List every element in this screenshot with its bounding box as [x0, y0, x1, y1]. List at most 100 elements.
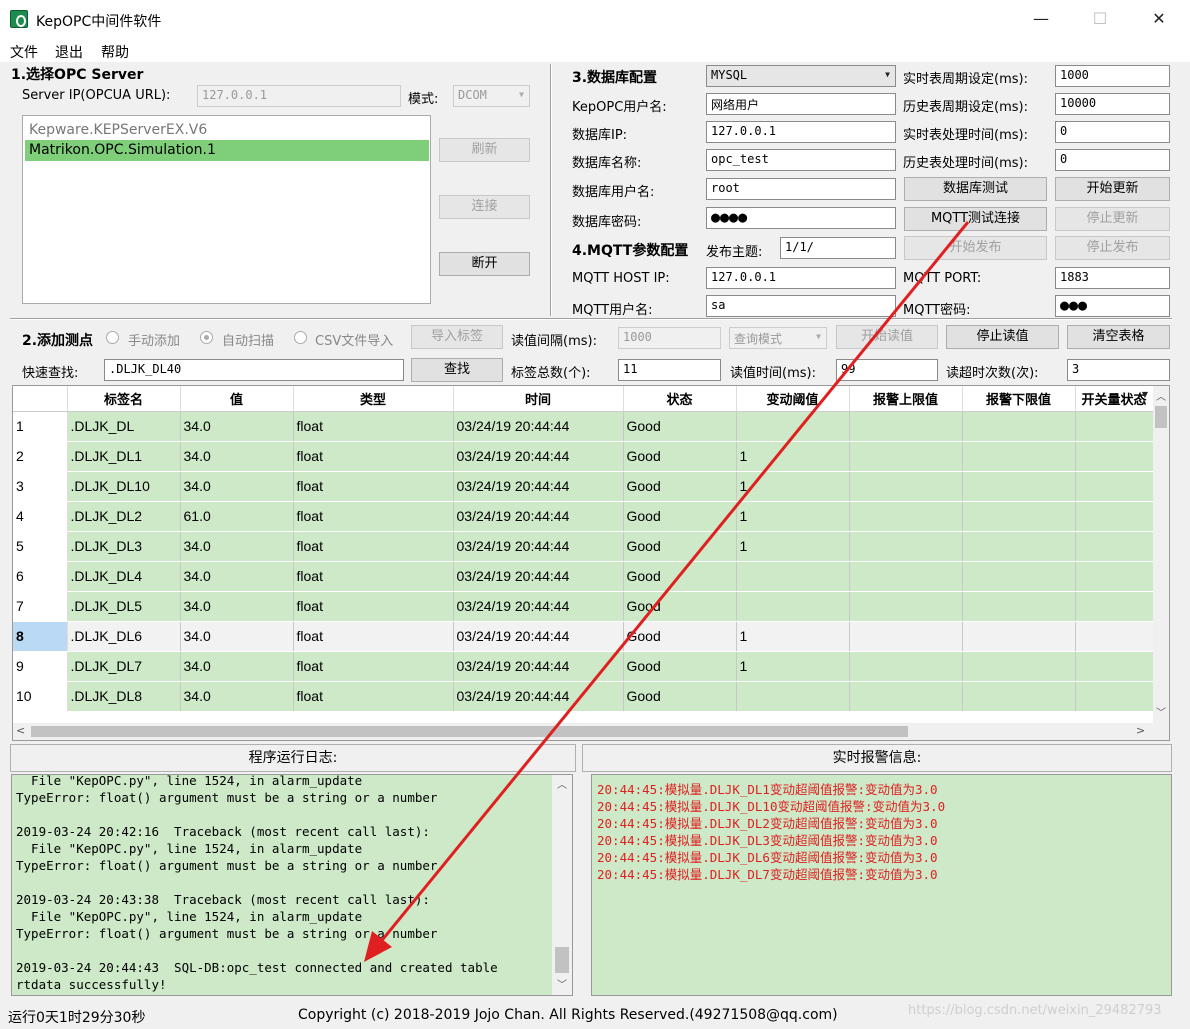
- column-header[interactable]: 值: [180, 386, 294, 412]
- table-cell[interactable]: .DLJK_DL10: [67, 471, 181, 502]
- table-cell[interactable]: [736, 411, 850, 442]
- table-cell[interactable]: float: [293, 561, 454, 592]
- column-header[interactable]: 类型: [293, 386, 454, 412]
- table-cell[interactable]: [849, 531, 963, 562]
- table-cell[interactable]: [849, 471, 963, 502]
- table-cell[interactable]: 34.0: [180, 591, 294, 622]
- rt-period-input[interactable]: 1000: [1055, 65, 1170, 87]
- table-cell[interactable]: [1075, 561, 1154, 592]
- db-ip-input[interactable]: 127.0.0.1: [706, 121, 896, 143]
- table-cell[interactable]: 1: [736, 531, 850, 562]
- kepopc-user-input[interactable]: 网络用户: [706, 93, 896, 115]
- mode-select[interactable]: DCOM: [453, 85, 530, 107]
- table-cell[interactable]: 03/24/19 20:44:44: [453, 681, 624, 712]
- table-cell[interactable]: .DLJK_DL: [67, 411, 181, 442]
- table-cell[interactable]: .DLJK_DL7: [67, 651, 181, 682]
- log-panel[interactable]: File "KepOPC.py", line 1524, in alarm_up…: [11, 774, 573, 996]
- table-cell[interactable]: 34.0: [180, 531, 294, 562]
- table-cell[interactable]: [736, 561, 850, 592]
- table-row[interactable]: 2 .DLJK_DL1 34.0 float 03/24/19 20:44:44 Good…: [13, 441, 1154, 472]
- table-cell[interactable]: 03/24/19 20:44:44: [453, 591, 624, 622]
- auto-scan-radio[interactable]: [200, 331, 213, 344]
- db-name-input[interactable]: opc_test: [706, 149, 896, 171]
- table-cell[interactable]: [962, 621, 1076, 652]
- row-number[interactable]: 9: [13, 651, 68, 682]
- row-number[interactable]: 2: [13, 441, 68, 472]
- minimize-icon[interactable]: —: [1018, 0, 1064, 38]
- table-cell[interactable]: float: [293, 651, 454, 682]
- row-number[interactable]: 5: [13, 531, 68, 562]
- table-cell[interactable]: [1075, 621, 1154, 652]
- column-header[interactable]: 报警上限值: [849, 386, 963, 412]
- table-cell[interactable]: [962, 651, 1076, 682]
- table-row[interactable]: 8 .DLJK_DL6 34.0 float 03/24/19 20:44:44 Good…: [13, 621, 1154, 652]
- mqtt-port-input[interactable]: 1883: [1055, 267, 1170, 289]
- table-cell[interactable]: Good: [623, 501, 737, 532]
- menu-exit[interactable]: 退出: [55, 42, 83, 62]
- scroll-left-icon[interactable]: <: [16, 724, 25, 737]
- table-cell[interactable]: 1: [736, 471, 850, 502]
- horizontal-scroll-thumb[interactable]: [31, 726, 908, 737]
- mqtt-host-input[interactable]: 127.0.0.1: [706, 267, 896, 289]
- table-cell[interactable]: .DLJK_DL1: [67, 441, 181, 472]
- refresh-button[interactable]: 刷新: [439, 138, 530, 162]
- table-cell[interactable]: Good: [623, 591, 737, 622]
- table-cell[interactable]: 03/24/19 20:44:44: [453, 561, 624, 592]
- table-cell[interactable]: .DLJK_DL2: [67, 501, 181, 532]
- table-cell[interactable]: float: [293, 501, 454, 532]
- table-cell[interactable]: [849, 501, 963, 532]
- mqtt-user-input[interactable]: sa: [706, 295, 896, 317]
- column-header[interactable]: 标签名: [67, 386, 181, 412]
- table-cell[interactable]: float: [293, 621, 454, 652]
- server-list-item[interactable]: Kepware.KEPServerEX.V6: [27, 120, 427, 141]
- row-number[interactable]: 8: [13, 621, 68, 652]
- table-cell[interactable]: [962, 441, 1076, 472]
- table-cell[interactable]: 34.0: [180, 621, 294, 652]
- table-cell[interactable]: [1075, 471, 1154, 502]
- table-cell[interactable]: 1: [736, 501, 850, 532]
- stop-read-button[interactable]: 停止读值: [946, 325, 1059, 349]
- table-row[interactable]: 3 .DLJK_DL10 34.0 float 03/24/19 20:44:44 Goo…: [13, 471, 1154, 502]
- menu-file[interactable]: 文件: [10, 42, 38, 62]
- find-button[interactable]: 查找: [411, 358, 503, 382]
- row-number[interactable]: 4: [13, 501, 68, 532]
- server-ip-input[interactable]: 127.0.0.1: [197, 85, 401, 107]
- scroll-down-icon[interactable]: ﹀: [1156, 704, 1166, 719]
- table-cell[interactable]: [1075, 681, 1154, 712]
- table-cell[interactable]: 03/24/19 20:44:44: [453, 441, 624, 472]
- quick-search-input[interactable]: .DLJK_DL40: [104, 359, 404, 381]
- table-cell[interactable]: [962, 411, 1076, 442]
- table-cell[interactable]: 03/24/19 20:44:44: [453, 621, 624, 652]
- table-cell[interactable]: [1075, 501, 1154, 532]
- table-cell[interactable]: 1: [736, 621, 850, 652]
- stop-update-button[interactable]: 停止更新: [1055, 207, 1170, 231]
- table-cell[interactable]: [849, 621, 963, 652]
- table-cell[interactable]: [736, 591, 850, 622]
- column-header[interactable]: 状态: [623, 386, 737, 412]
- table-cell[interactable]: Good: [623, 471, 737, 502]
- table-cell[interactable]: 34.0: [180, 471, 294, 502]
- disconnect-button[interactable]: 断开: [439, 252, 530, 276]
- table-cell[interactable]: 03/24/19 20:44:44: [453, 531, 624, 562]
- table-cell[interactable]: 34.0: [180, 561, 294, 592]
- table-cell[interactable]: .DLJK_DL3: [67, 531, 181, 562]
- table-cell[interactable]: Good: [623, 411, 737, 442]
- close-icon[interactable]: ✕: [1136, 0, 1182, 38]
- table-cell[interactable]: [962, 591, 1076, 622]
- table-cell[interactable]: [962, 501, 1076, 532]
- table-cell[interactable]: [962, 681, 1076, 712]
- table-cell[interactable]: [1075, 441, 1154, 472]
- log-scroll-down-icon[interactable]: ﹀: [557, 977, 567, 994]
- hist-proc-input[interactable]: 0: [1055, 149, 1170, 171]
- table-cell[interactable]: 1: [736, 651, 850, 682]
- start-read-button[interactable]: 开始读值: [836, 325, 938, 349]
- table-cell[interactable]: 61.0: [180, 501, 294, 532]
- menu-help[interactable]: 帮助: [101, 42, 129, 62]
- connect-button[interactable]: 连接: [439, 195, 530, 219]
- table-cell[interactable]: [849, 651, 963, 682]
- column-header[interactable]: 变动阈值: [736, 386, 850, 412]
- mqtt-test-button[interactable]: MQTT测试连接: [904, 207, 1047, 231]
- column-header[interactable]: 报警下限值: [962, 386, 1076, 412]
- row-number[interactable]: 3: [13, 471, 68, 502]
- row-number[interactable]: 7: [13, 591, 68, 622]
